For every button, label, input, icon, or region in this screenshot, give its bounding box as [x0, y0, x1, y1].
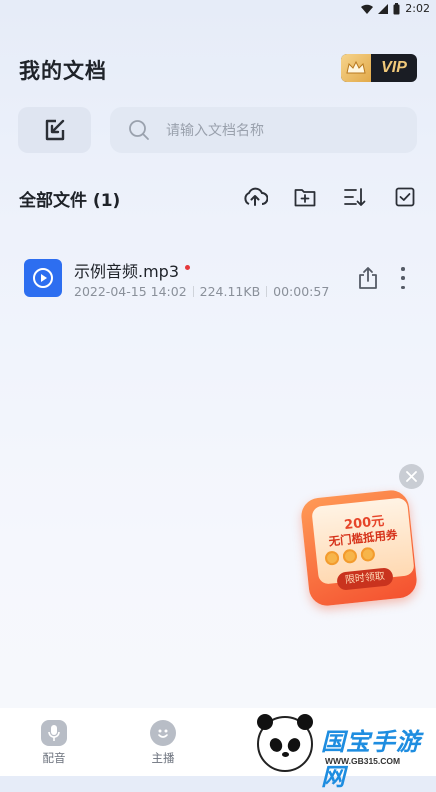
audio-file-icon — [24, 259, 62, 297]
status-time: 2:02 — [405, 2, 430, 15]
cloud-upload-button[interactable] — [242, 184, 268, 210]
share-button[interactable] — [356, 265, 380, 291]
site-watermark: 国宝手游网 WWW.GB315.COM — [253, 712, 436, 791]
nav-item-dubbing[interactable]: 配音 — [24, 720, 84, 766]
watermark-url: WWW.GB315.COM — [325, 756, 401, 766]
face-icon — [150, 720, 176, 746]
promo-close-button[interactable] — [399, 464, 424, 489]
file-name-row: 示例音频.mp3 — [74, 258, 191, 282]
more-dot-icon — [401, 267, 405, 271]
more-options-button[interactable] — [396, 265, 410, 291]
close-icon — [406, 471, 417, 482]
file-duration: 00:00:57 — [273, 284, 330, 299]
nav-item-anchor[interactable]: 主播 — [133, 720, 193, 766]
vip-label: VIP — [381, 59, 407, 76]
battery-icon — [393, 2, 400, 14]
sort-icon — [344, 188, 366, 206]
multi-select-button[interactable] — [392, 184, 418, 210]
checkbox-icon — [395, 187, 415, 207]
file-date: 2022-04-15 14:02 — [74, 284, 187, 299]
status-bar: 2:02 — [0, 0, 436, 18]
import-document-button[interactable] — [18, 107, 91, 153]
page-title: 我的文档 — [19, 59, 107, 83]
search-input[interactable]: 请输入文档名称 — [166, 120, 264, 140]
crown-icon — [346, 61, 366, 74]
play-icon — [33, 268, 53, 288]
more-dot-icon — [401, 276, 405, 280]
new-indicator-dot — [185, 264, 191, 270]
more-dot-icon — [401, 285, 405, 289]
mic-icon — [41, 720, 67, 746]
file-toolbar — [242, 184, 418, 210]
nav-label: 主播 — [151, 751, 175, 765]
vip-badge[interactable]: VIP — [341, 54, 417, 82]
search-bar[interactable]: 请输入文档名称 — [110, 107, 417, 153]
search-icon — [129, 120, 149, 140]
meta-divider — [266, 286, 268, 297]
share-icon — [359, 267, 377, 289]
sort-button[interactable] — [342, 184, 368, 210]
wifi-icon — [361, 4, 374, 14]
file-list-item[interactable]: 示例音频.mp3 2022-04-15 14:02 224.11KB 00:00… — [0, 247, 436, 313]
nav-label: 配音 — [42, 751, 66, 765]
file-meta: 2022-04-15 14:02 224.11KB 00:00:57 — [74, 284, 329, 299]
new-folder-button[interactable] — [292, 184, 318, 210]
section-title: 全部文件 (1) — [19, 191, 121, 211]
add-folder-icon — [294, 189, 316, 207]
coupon-promo[interactable]: 200元 无门槛抵用券 限时领取 — [299, 488, 421, 608]
file-size: 224.11KB — [199, 284, 261, 299]
import-icon — [45, 119, 64, 141]
file-name: 示例音频.mp3 — [74, 262, 180, 281]
cloud-upload-icon — [244, 187, 268, 206]
meta-divider — [192, 286, 194, 297]
panda-logo-icon — [257, 714, 313, 772]
signal-icon — [378, 3, 389, 14]
